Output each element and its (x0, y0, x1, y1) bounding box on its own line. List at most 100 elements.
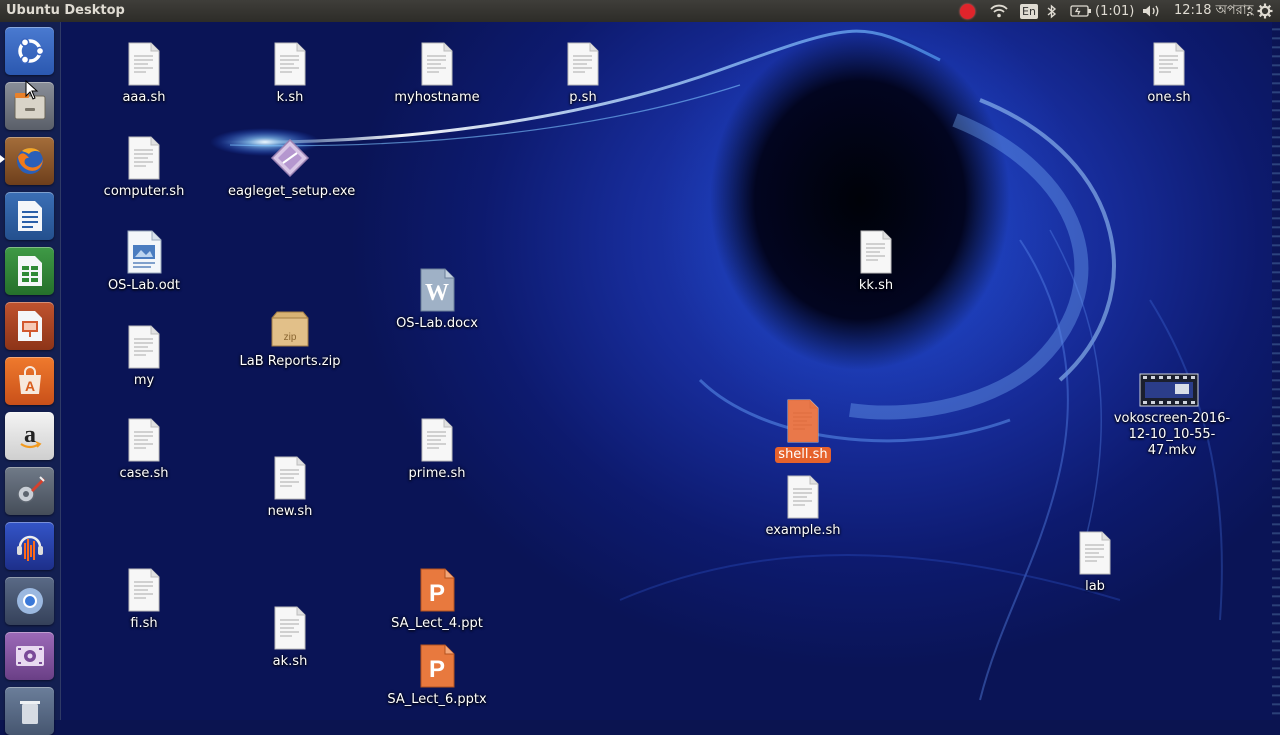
top-panel: Ubuntu Desktop En (1:01) 12:18 অপরাহ্ণ (0, 0, 1280, 22)
bluetooth-icon (1047, 3, 1057, 19)
desktop-icon-text-file[interactable]: my (79, 325, 209, 389)
desktop-icon-text-file[interactable]: ak.sh (225, 606, 355, 670)
text-file-icon (128, 325, 160, 369)
launcher-item-audacity[interactable] (5, 522, 54, 570)
desktop-icon-powerpoint[interactable]: P SA_Lect_6.pptx (372, 644, 502, 708)
desktop-icon-executable[interactable]: eagleget_setup.exe (225, 136, 355, 200)
screen-edge-artifact (1272, 22, 1280, 720)
writer-document-icon (127, 230, 162, 274)
sound-indicator[interactable] (1142, 0, 1162, 22)
text-file-icon (1153, 42, 1185, 86)
text-file-icon (274, 606, 306, 650)
launcher-item-screen-recorder[interactable] (5, 632, 54, 680)
writer-icon (17, 201, 42, 231)
audacity-icon (16, 535, 43, 561)
network-indicator[interactable] (990, 0, 1008, 22)
desktop-icon-label: k.sh (276, 90, 304, 105)
keyboard-indicator[interactable]: En (1020, 0, 1038, 22)
desktop-icon-label: new.sh (267, 504, 313, 519)
clock[interactable]: 12:18 অপরাহ্ণ (1174, 0, 1253, 22)
svg-text:P: P (429, 580, 445, 607)
desktop-icon-text-file[interactable]: example.sh (738, 475, 868, 539)
launcher-item-libreoffice-calc[interactable] (5, 247, 54, 295)
svg-text:W: W (425, 280, 449, 306)
text-file-icon (128, 136, 160, 180)
volume-icon (1143, 5, 1159, 17)
text-file-icon (787, 399, 819, 443)
desktop-icon-text-file[interactable]: aaa.sh (79, 42, 209, 106)
launcher-item-firefox[interactable] (5, 137, 54, 185)
desktop-icon-text-file-selected[interactable]: shell.sh (738, 399, 868, 463)
gear-icon (1257, 3, 1273, 19)
launcher-item-trash[interactable] (5, 687, 54, 735)
desktop-icon-label: SA_Lect_6.pptx (387, 692, 487, 707)
desktop-icon-label: LaB Reports.zip (239, 354, 341, 369)
text-file-icon (128, 418, 160, 462)
word-document-icon: W (420, 268, 455, 312)
keyboard-layout-label: En (1020, 3, 1038, 19)
text-file-icon (567, 42, 599, 86)
desktop-icon-text-file[interactable]: lab (1030, 531, 1160, 595)
desktop-icon-label: myhostname (394, 90, 480, 105)
firefox-icon (16, 148, 43, 174)
desktop-icon-text-file[interactable]: kk.sh (811, 230, 941, 294)
software-center-icon: A (18, 366, 41, 394)
desktop-icon-text-file[interactable]: case.sh (79, 418, 209, 482)
desktop-icon-label: my (133, 373, 155, 388)
desktop-icon-label: kk.sh (858, 278, 894, 293)
desktop-icon-text-file[interactable]: myhostname (372, 42, 502, 106)
running-indicator (0, 155, 5, 163)
desktop-icon-text-file[interactable]: p.sh (518, 42, 648, 106)
svg-text:a: a (24, 422, 36, 448)
desktop-icon-label: aaa.sh (122, 90, 166, 105)
launcher-item-system-settings[interactable] (5, 467, 54, 515)
desktop-icon-label: vokoscreen-2016-12-10_10-55-47.mkv (1113, 411, 1231, 458)
text-file-icon (860, 230, 892, 274)
chromium-icon (16, 588, 43, 614)
desktop-icon-text-file[interactable]: prime.sh (372, 418, 502, 482)
recording-indicator[interactable] (960, 0, 975, 22)
text-file-icon (274, 456, 306, 500)
panel-title: Ubuntu Desktop (6, 3, 125, 18)
desktop-icon-video-file[interactable]: vokoscreen-2016-12-10_10-55-47.mkv (1104, 373, 1234, 459)
record-icon (960, 3, 975, 19)
zip-archive-icon: zip (271, 311, 309, 347)
svg-text:P: P (429, 656, 445, 683)
amazon-icon: a (19, 422, 42, 449)
battery-time: (1:01) (1095, 3, 1135, 19)
launcher-item-libreoffice-writer[interactable] (5, 192, 54, 240)
launcher-item-ubuntu-software[interactable]: A (5, 357, 54, 405)
desktop-icon-text-file[interactable]: new.sh (225, 456, 355, 520)
text-file-icon (128, 42, 160, 86)
desktop-icon-label: example.sh (765, 523, 841, 538)
launcher-item-dash-home[interactable] (5, 27, 54, 75)
text-file-icon (128, 568, 160, 612)
ubuntu-logo-icon (17, 38, 44, 64)
session-menu[interactable] (1257, 0, 1273, 22)
zip-badge: zip (284, 332, 297, 343)
launcher-item-chromium[interactable] (5, 577, 54, 625)
text-file-icon (274, 42, 306, 86)
launcher-item-libreoffice-impress[interactable] (5, 302, 54, 350)
desktop-icon-label: prime.sh (408, 466, 466, 481)
text-file-icon (1079, 531, 1111, 575)
desktop-icon-label: ak.sh (272, 654, 308, 669)
desktop-icon-powerpoint[interactable]: P SA_Lect_4.ppt (372, 568, 502, 632)
desktop-icon-text-file[interactable]: k.sh (225, 42, 355, 106)
desktop-icon-label: p.sh (569, 90, 597, 105)
executable-icon (270, 138, 310, 178)
desktop-icon-text-file[interactable]: one.sh (1104, 42, 1234, 106)
desktop-icon-text-file[interactable]: computer.sh (79, 136, 209, 200)
powerpoint-icon: P (420, 644, 455, 688)
clock-label: 12:18 অপরাহ্ণ (1174, 2, 1254, 18)
desktop-icon-word-document[interactable]: W OS-Lab.docx (372, 268, 502, 332)
desktop-icon-text-file[interactable]: fi.sh (79, 568, 209, 632)
text-file-icon (787, 475, 819, 519)
battery-indicator[interactable]: (1:01) (1070, 0, 1134, 22)
desktop-icon-zip-archive[interactable]: zip LaB Reports.zip (225, 306, 355, 370)
bluetooth-indicator[interactable] (1047, 0, 1057, 22)
launcher-item-amazon[interactable]: a (5, 412, 54, 460)
desktop-icon-odt-document[interactable]: OS-Lab.odt (79, 230, 209, 294)
battery-icon (1070, 5, 1091, 17)
launcher: A a (0, 22, 61, 735)
